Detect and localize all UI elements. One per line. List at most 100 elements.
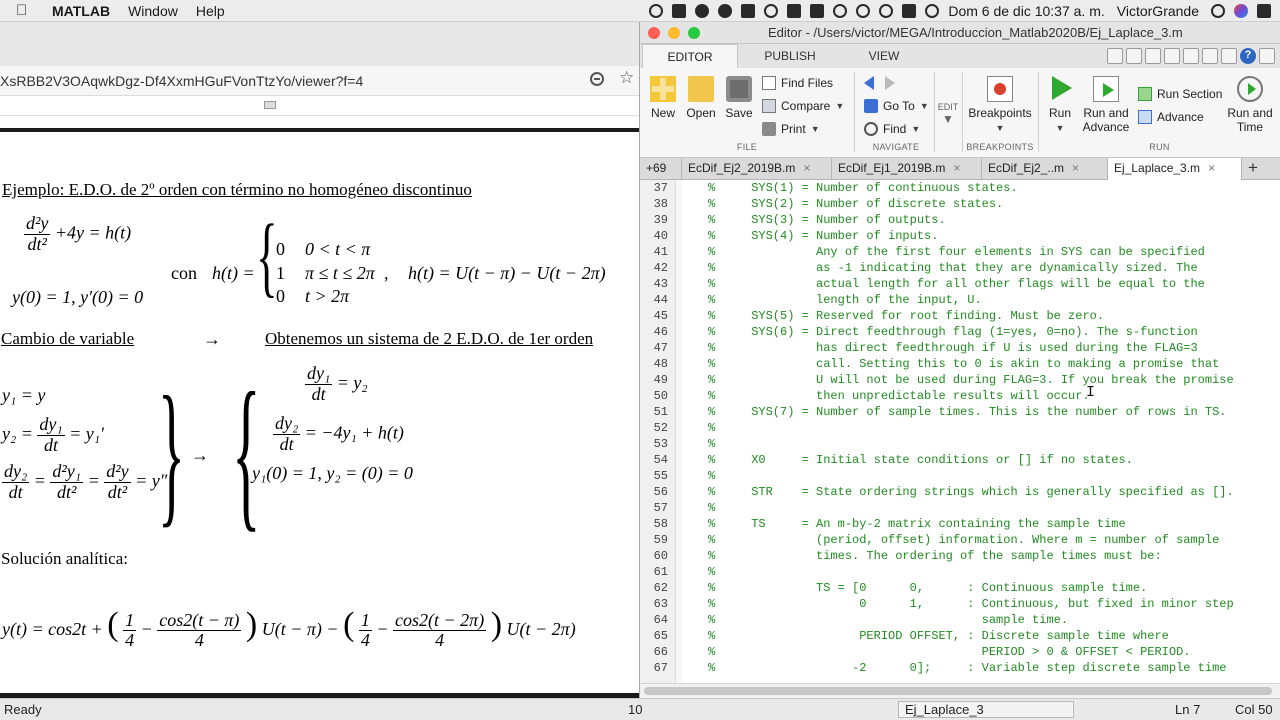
quick-access-cut-icon[interactable] xyxy=(1126,48,1142,64)
advance-button[interactable]: Advance xyxy=(1138,110,1204,124)
bookmark-star-icon[interactable]: ☆ xyxy=(619,68,634,88)
comment-text[interactable]: % PERIOD OFFSET, : Discrete sample time … xyxy=(708,628,1169,644)
go-to-button[interactable]: Go To ▼ xyxy=(864,99,929,113)
viewer-scroll-handle[interactable] xyxy=(264,101,276,109)
code-line[interactable]: 52% xyxy=(640,420,1280,436)
find-dropdown-icon[interactable]: ▼ xyxy=(911,124,920,134)
comment-text[interactable]: % xyxy=(708,436,715,452)
editor-title-bar[interactable]: Editor - /Users/victor/MEGA/Introduccion… xyxy=(640,22,1280,44)
breakpoints-button[interactable]: Breakpoints ▼ xyxy=(966,76,1034,134)
comment-text[interactable]: % SYS(6) = Direct feedthrough flag (1=ye… xyxy=(708,324,1198,340)
breakpoints-dropdown-icon[interactable]: ▼ xyxy=(996,123,1005,133)
eye-icon[interactable] xyxy=(764,4,779,18)
comment-text[interactable]: % as -1 indicating that they are dynamic… xyxy=(708,260,1198,276)
close-tab-icon[interactable]: × xyxy=(803,161,810,175)
time-machine-icon[interactable] xyxy=(833,4,848,18)
edit-group-button[interactable]: EDIT ▼ xyxy=(936,102,960,126)
redo-icon[interactable] xyxy=(1202,48,1218,64)
siri-icon[interactable] xyxy=(1234,4,1248,18)
clock[interactable]: Dom 6 de dic 10:37 a. m. xyxy=(948,3,1104,19)
comment-text[interactable]: % xyxy=(708,468,715,484)
code-line[interactable]: 49 % U will not be used during FLAG=3. If… xyxy=(640,372,1280,388)
run-section-button[interactable]: Run Section xyxy=(1138,87,1222,101)
find-button[interactable]: Find ▼ xyxy=(864,122,920,136)
comment-text[interactable]: % xyxy=(708,420,715,436)
menu-app-matlab[interactable]: MATLAB xyxy=(52,3,110,19)
compare-button[interactable]: Compare ▼ xyxy=(762,99,844,113)
zoom-window-icon[interactable] xyxy=(688,27,700,39)
code-line[interactable]: 38 % SYS(2) = Number of discrete states. xyxy=(640,196,1280,212)
dropbox-icon[interactable] xyxy=(672,4,687,18)
undo-icon[interactable] xyxy=(1183,48,1199,64)
menu-window[interactable]: Window xyxy=(128,3,178,19)
code-line[interactable]: 40 % SYS(4) = Number of inputs. xyxy=(640,228,1280,244)
tab-editor[interactable]: EDITOR xyxy=(642,44,738,68)
code-line[interactable]: 50 % then unpredictable results will occu… xyxy=(640,388,1280,404)
code-line[interactable]: 37 % SYS(1) = Number of continuous states… xyxy=(640,180,1280,196)
quick-access-copy-icon[interactable] xyxy=(1145,48,1161,64)
comment-text[interactable]: % xyxy=(708,500,715,516)
comment-text[interactable]: % (period, offset) information. Where m … xyxy=(708,532,1219,548)
code-line[interactable]: 51 % SYS(7) = Number of sample times. Thi… xyxy=(640,404,1280,420)
k-app-icon[interactable] xyxy=(810,4,825,18)
comment-text[interactable]: % TS = An m-by-2 matrix containing the s… xyxy=(708,516,1126,532)
compare-dropdown-icon[interactable]: ▼ xyxy=(835,101,844,111)
close-tab-icon[interactable]: × xyxy=(953,161,960,175)
code-line[interactable]: 45 % SYS(5) = Reserved for root finding. … xyxy=(640,308,1280,324)
code-line[interactable]: 57% xyxy=(640,500,1280,516)
code-line[interactable]: 39 % SYS(3) = Number of outputs. xyxy=(640,212,1280,228)
code-line[interactable]: 46 % SYS(6) = Direct feedthrough flag (1=… xyxy=(640,324,1280,340)
close-window-icon[interactable] xyxy=(648,27,660,39)
code-line[interactable]: 58 % TS = An m-by-2 matrix containing the… xyxy=(640,516,1280,532)
open-button[interactable]: Open xyxy=(684,76,718,120)
comment-text[interactable]: % call. Setting this to 0 is akin to mak… xyxy=(708,356,1219,372)
file-tab[interactable]: EcDif_Ej1_2019B.m × xyxy=(832,158,982,180)
code-line[interactable]: 44 % length of the input, U. xyxy=(640,292,1280,308)
notification-center-icon[interactable] xyxy=(1257,4,1271,18)
code-line[interactable]: 64 % sample time. xyxy=(640,612,1280,628)
new-button[interactable]: New xyxy=(646,76,680,120)
code-line[interactable]: 59 % (period, offset) information. Where … xyxy=(640,532,1280,548)
bluetooth-icon[interactable] xyxy=(856,4,871,18)
new-tab-plus-icon[interactable]: + xyxy=(1242,158,1264,180)
comment-text[interactable]: % Any of the first four elements in SYS … xyxy=(708,244,1205,260)
home-icon[interactable] xyxy=(787,4,802,18)
code-line[interactable]: 48 % call. Setting this to 0 is akin to m… xyxy=(640,356,1280,372)
file-tab[interactable]: EcDif_Ej2_..m × xyxy=(982,158,1108,180)
comment-text[interactable]: % TS = [0 0, : Continuous sample time. xyxy=(708,580,1147,596)
comment-text[interactable]: % STR = State ordering strings which is … xyxy=(708,484,1234,500)
find-files-button[interactable]: Find Files xyxy=(762,76,833,90)
comment-text[interactable]: % SYS(4) = Number of inputs. xyxy=(708,228,938,244)
expand-toolstrip-icon[interactable] xyxy=(1259,48,1275,64)
close-tab-icon[interactable]: × xyxy=(1208,161,1215,175)
comment-text[interactable]: % SYS(3) = Number of outputs. xyxy=(708,212,946,228)
user-name[interactable]: VictorGrande xyxy=(1117,3,1199,19)
layout-icon[interactable] xyxy=(1221,48,1237,64)
file-tab-active[interactable]: Ej_Laplace_3.m × xyxy=(1108,158,1242,180)
url-text[interactable]: XsRBB2V3OAqwkDgz-Df4XxmHGuFVonTtzYo/view… xyxy=(0,73,363,89)
comment-text[interactable]: % sample time. xyxy=(708,612,1068,628)
go-to-dropdown-icon[interactable]: ▼ xyxy=(920,101,929,111)
zoom-out-icon[interactable] xyxy=(590,72,604,86)
code-line[interactable]: 62 % TS = [0 0, : Continuous sample time. xyxy=(640,580,1280,596)
run-button[interactable]: Run ▼ xyxy=(1044,76,1076,134)
close-tab-icon[interactable]: × xyxy=(1072,161,1079,175)
code-line[interactable]: 41 % Any of the first four elements in SY… xyxy=(640,244,1280,260)
mega-icon[interactable] xyxy=(695,4,710,18)
comment-text[interactable]: % has direct feedthrough if U is used du… xyxy=(708,340,1198,356)
save-button[interactable]: Save xyxy=(722,76,756,120)
menu-help[interactable]: Help xyxy=(196,3,225,19)
comment-text[interactable]: % length of the input, U. xyxy=(708,292,982,308)
record-icon[interactable] xyxy=(649,4,664,18)
comment-text[interactable]: % SYS(2) = Number of discrete states. xyxy=(708,196,1003,212)
code-editor[interactable]: I 37% SYS(1) = Number of continuous stat… xyxy=(640,180,1280,683)
code-line[interactable]: 55% xyxy=(640,468,1280,484)
quick-access-save-icon[interactable] xyxy=(1107,48,1123,64)
comment-text[interactable]: % xyxy=(708,564,715,580)
code-line[interactable]: 53% xyxy=(640,436,1280,452)
wifi-icon[interactable] xyxy=(879,4,894,18)
comment-text[interactable]: % then unpredictable results will occur. xyxy=(708,388,1090,404)
tab-view[interactable]: VIEW xyxy=(844,44,924,68)
comment-text[interactable]: % SYS(7) = Number of sample times. This … xyxy=(708,404,1226,420)
comment-text[interactable]: % X0 = Initial state conditions or [] if… xyxy=(708,452,1133,468)
